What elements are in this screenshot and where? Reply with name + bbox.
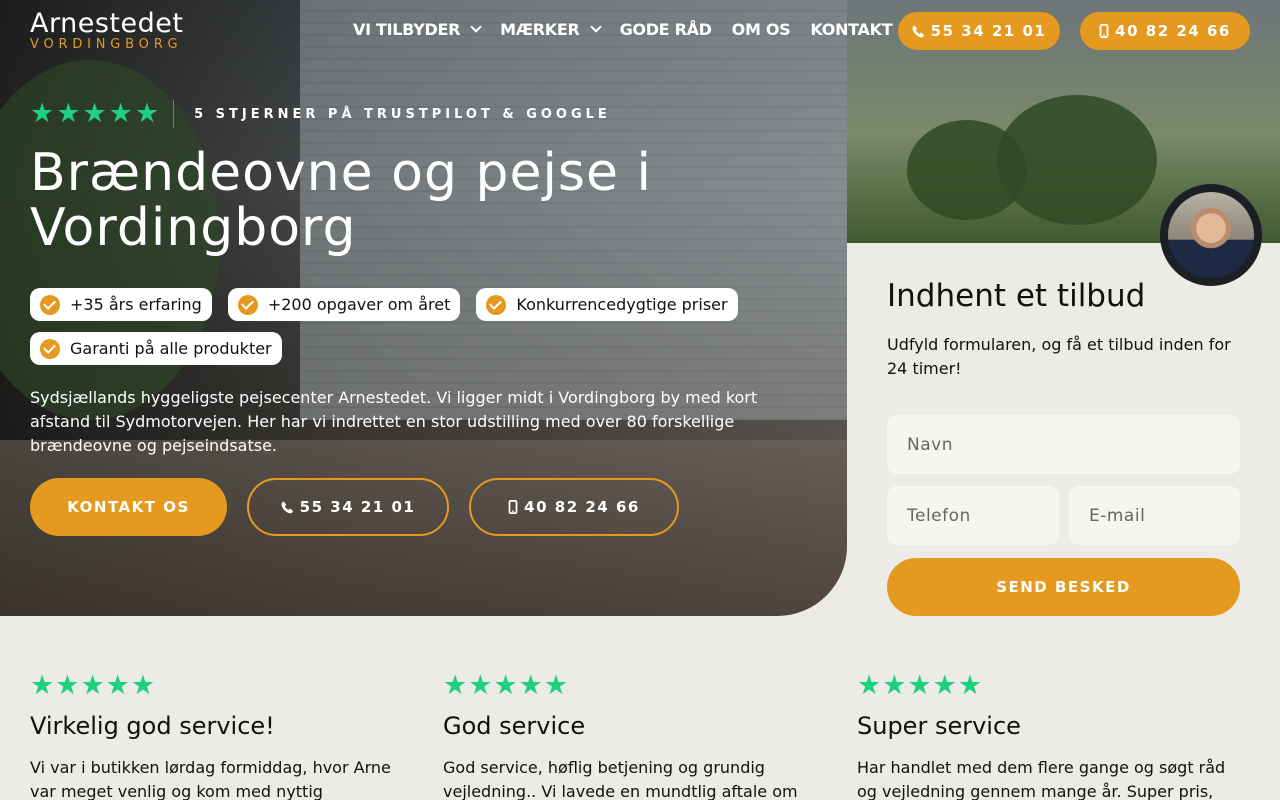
nav-item-vi-tilbyder[interactable]: VI TILBYDER xyxy=(353,20,482,39)
avatar-photo xyxy=(1168,192,1254,278)
nav-item-label: VI TILBYDER xyxy=(353,20,461,39)
logo-name: Arnestedet xyxy=(30,8,184,39)
phone-icon xyxy=(281,501,293,513)
header-phone-button[interactable]: 55 34 21 01 xyxy=(898,12,1060,50)
star-icon: ★ xyxy=(543,670,569,701)
call-landline-button[interactable]: 55 34 21 01 xyxy=(247,478,449,536)
page-title: Brændeovne og pejse i Vordingborg xyxy=(30,143,652,258)
rating-row: ★ ★ ★ ★ ★ 5 STJERNER PÅ TRUSTPILOT & GOO… xyxy=(30,100,611,128)
check-icon xyxy=(40,294,60,315)
review-text: Har handlet med dem flere gange og søgt … xyxy=(857,758,1226,800)
nav-item-label: OM OS xyxy=(731,20,791,39)
star-icon: ★ xyxy=(932,670,957,701)
nav-item-maerker[interactable]: MÆRKER xyxy=(500,20,602,39)
name-placeholder: Navn xyxy=(907,434,953,455)
star-icon: ★ xyxy=(493,670,518,701)
site-logo[interactable]: Arnestedet VORDINGBORG xyxy=(30,10,183,52)
mobile-phone-icon xyxy=(1099,24,1109,38)
star-icon: ★ xyxy=(134,98,160,129)
nav-item-gode-raad[interactable]: GODE RÅD xyxy=(620,20,712,39)
form-title: Indhent et tilbud xyxy=(887,278,1146,314)
review-title: God service xyxy=(443,712,586,740)
email-placeholder: E-mail xyxy=(1089,505,1146,526)
star-icon: ★ xyxy=(30,98,55,129)
call-mobile-label: 40 82 24 66 xyxy=(524,498,640,516)
usp-badge: +35 års erfaring xyxy=(30,288,212,321)
star-icon: ★ xyxy=(468,670,493,701)
email-field[interactable]: E-mail xyxy=(1069,486,1240,545)
call-landline-label: 55 34 21 01 xyxy=(299,498,416,516)
mobile-phone-icon xyxy=(508,500,518,514)
usp-badge: Konkurrencedygtige priser xyxy=(476,288,738,321)
usp-badge-label: +200 opgaver om året xyxy=(267,295,451,314)
header-mobile-button[interactable]: 40 82 24 66 xyxy=(1080,12,1250,50)
tree-shape xyxy=(997,95,1157,225)
usp-badge-label: Konkurrencedygtige priser xyxy=(516,295,728,314)
star-icon: ★ xyxy=(56,98,81,129)
name-field[interactable]: Navn xyxy=(887,415,1240,474)
chevron-down-icon xyxy=(470,21,482,33)
nav-item-label: MÆRKER xyxy=(500,20,580,39)
send-button[interactable]: SEND BESKED xyxy=(887,558,1240,616)
star-icon: ★ xyxy=(30,670,55,701)
review-card: ★ ★ ★ ★ ★ Super service Har handlet med dem … xyxy=(857,672,1257,800)
phone-icon xyxy=(912,25,924,37)
star-icon: ★ xyxy=(518,670,543,701)
star-icon: ★ xyxy=(105,670,130,701)
contact-us-button[interactable]: KONTAKT OS xyxy=(30,478,227,536)
review-title: Virkelig god service! xyxy=(30,712,275,740)
review-text: God service, høflig betjening og grundig… xyxy=(443,758,798,800)
star-icon: ★ xyxy=(80,670,105,701)
check-icon xyxy=(40,338,60,359)
review-text: Vi var i butikken lørdag formiddag, hvor… xyxy=(30,758,391,800)
call-mobile-button[interactable]: 40 82 24 66 xyxy=(469,478,679,536)
intro-text: Sydsjællands hyggeligste pejsecenter Arn… xyxy=(30,388,758,455)
star-icon: ★ xyxy=(907,670,932,701)
usp-badge: +200 opgaver om året xyxy=(227,288,461,321)
review-stars: ★ ★ ★ ★ ★ xyxy=(443,672,843,700)
review-card: ★ ★ ★ ★ ★ Virkelig god service! Vi var i but… xyxy=(30,672,430,800)
star-icon: ★ xyxy=(82,98,107,129)
nav-item-label: KONTAKT xyxy=(810,20,893,39)
divider xyxy=(173,100,175,128)
star-icon: ★ xyxy=(443,670,468,701)
phone-placeholder: Telefon xyxy=(907,505,971,526)
star-icon: ★ xyxy=(957,670,983,701)
star-icon: ★ xyxy=(130,670,156,701)
header-mobile-number: 40 82 24 66 xyxy=(1115,22,1231,40)
contact-us-label: KONTAKT OS xyxy=(67,498,190,516)
nav-item-om-os[interactable]: OM OS xyxy=(732,20,791,39)
star-icon: ★ xyxy=(55,670,80,701)
contact-person-avatar xyxy=(1160,184,1262,286)
phone-field[interactable]: Telefon xyxy=(887,486,1059,545)
check-icon xyxy=(486,294,507,315)
usp-badge: Garanti på alle produkter xyxy=(30,332,282,365)
star-icon: ★ xyxy=(108,98,133,129)
star-icon: ★ xyxy=(857,670,882,701)
logo-location: VORDINGBORG xyxy=(30,37,183,52)
send-button-label: SEND BESKED xyxy=(996,578,1131,596)
rating-text: 5 STJERNER PÅ TRUSTPILOT & GOOGLE xyxy=(194,106,611,122)
review-card: ★ ★ ★ ★ ★ God service God service, høflig be… xyxy=(443,672,843,800)
nav-item-label: GODE RÅD xyxy=(619,20,712,39)
review-stars: ★ ★ ★ ★ ★ xyxy=(30,672,430,700)
form-subtitle: Udfyld formularen, og få et tilbud inden… xyxy=(887,335,1231,378)
header-phone-number: 55 34 21 01 xyxy=(930,22,1047,40)
usp-badge-label: +35 års erfaring xyxy=(70,295,202,314)
review-stars: ★ ★ ★ ★ ★ xyxy=(857,672,1257,700)
usp-badge-label: Garanti på alle produkter xyxy=(70,339,272,358)
nav-item-kontakt[interactable]: KONTAKT xyxy=(810,20,892,39)
review-title: Super service xyxy=(857,712,1021,740)
main-nav: VI TILBYDER MÆRKER GODE RÅD OM OS KONTAK… xyxy=(353,20,893,39)
check-icon xyxy=(237,294,258,315)
star-icon: ★ xyxy=(882,670,907,701)
usp-badges: +35 års erfaring +200 opgaver om året Ko… xyxy=(30,288,830,365)
chevron-down-icon xyxy=(589,21,602,33)
